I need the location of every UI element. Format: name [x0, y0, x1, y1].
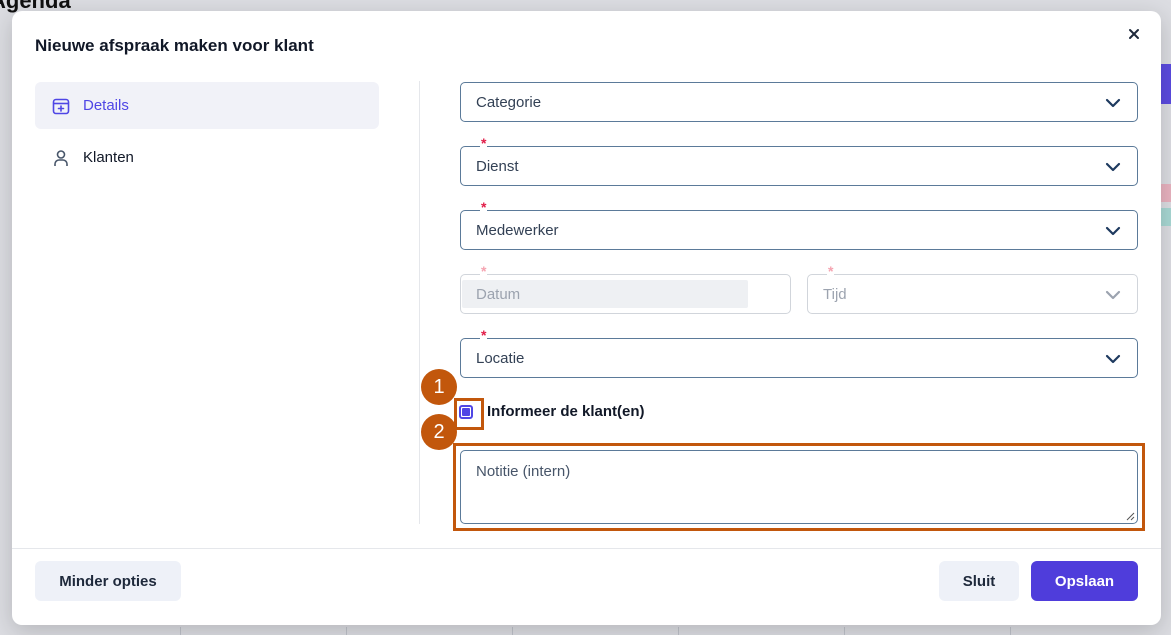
categorie-select[interactable]: Categorie — [460, 82, 1138, 122]
chevron-down-icon — [1105, 162, 1121, 172]
calendar-plus-icon — [51, 96, 71, 116]
less-options-button[interactable]: Minder opties — [35, 561, 181, 601]
close-button[interactable]: Sluit — [939, 561, 1019, 601]
field-label: Datum — [476, 285, 521, 303]
nav-item-klanten[interactable]: Klanten — [35, 134, 379, 181]
footer-divider — [12, 548, 1161, 549]
vertical-divider — [419, 81, 420, 524]
inform-client-label[interactable]: Informeer de klant(en) — [487, 403, 645, 420]
annotation-badge-1: 1 — [421, 369, 457, 405]
chevron-down-icon — [1105, 98, 1121, 108]
nav-item-label: Klanten — [83, 149, 134, 166]
background-event-block — [1161, 64, 1171, 104]
chevron-down-icon — [1105, 226, 1121, 236]
field-label: Medewerker — [476, 221, 559, 239]
annotation-highlight-notes — [453, 443, 1145, 531]
inform-client-row: Informeer de klant(en) — [459, 403, 645, 420]
chevron-down-icon — [1105, 354, 1121, 364]
datum-input[interactable]: * Datum — [460, 264, 791, 314]
close-icon[interactable] — [1123, 23, 1145, 45]
field-label: Dienst — [476, 157, 519, 175]
required-marker: * — [827, 263, 835, 279]
medewerker-select[interactable]: * Medewerker — [460, 200, 1138, 250]
annotation-highlight-checkbox — [454, 398, 484, 430]
field-label: Categorie — [476, 93, 542, 111]
field-label: Tijd — [823, 285, 847, 303]
dienst-select[interactable]: * Dienst — [460, 136, 1138, 186]
field-label: Locatie — [476, 349, 525, 367]
locatie-select[interactable]: * Locatie — [460, 328, 1138, 378]
new-appointment-dialog: Nieuwe afspraak maken voor klant Details… — [12, 11, 1161, 625]
required-marker: * — [480, 263, 488, 279]
required-marker: * — [480, 327, 488, 343]
background-event-block — [1161, 208, 1171, 226]
background-event-block — [1161, 184, 1171, 202]
required-marker: * — [480, 135, 488, 151]
chevron-down-icon — [1105, 290, 1121, 300]
save-button[interactable]: Opslaan — [1031, 561, 1138, 601]
required-marker: * — [480, 199, 488, 215]
tijd-select[interactable]: * Tijd — [807, 264, 1138, 314]
dialog-title: Nieuwe afspraak maken voor klant — [35, 36, 314, 55]
user-icon — [51, 148, 71, 168]
background-grid-lines — [0, 627, 1171, 635]
nav-item-label: Details — [83, 97, 129, 114]
annotation-badge-2: 2 — [421, 414, 457, 450]
nav-item-details[interactable]: Details — [35, 82, 379, 129]
